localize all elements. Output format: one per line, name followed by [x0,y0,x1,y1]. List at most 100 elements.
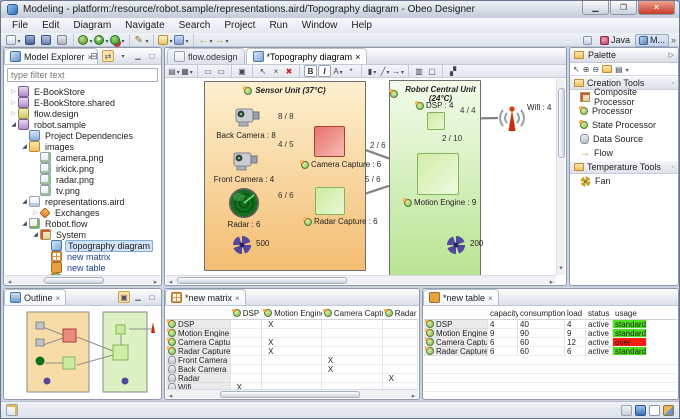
tree-item[interactable]: irkick.png [5,163,160,174]
table-column-header[interactable]: usage [613,309,647,318]
tree-item[interactable]: E-BookStore [5,86,160,97]
dsp-label[interactable]: DSP : 4 [416,101,453,110]
filters-button[interactable]: ▦ [181,65,193,77]
palette-collapse-icon[interactable] [669,51,674,59]
matrix-row[interactable]: Motion Engine [166,329,418,338]
statusbar-tool-icon-2[interactable] [635,405,646,416]
layers-button[interactable]: ▤ [168,65,180,77]
menu-file[interactable]: File [5,19,35,32]
tree-item[interactable]: representations.aird [5,196,160,207]
matrix-column-header[interactable]: DSP [231,309,262,318]
matrix-row[interactable]: DSPX [166,320,418,329]
outline-tab[interactable]: Outline [4,289,66,305]
link-with-editor-button[interactable] [102,50,114,62]
table-column-header[interactable]: status [586,309,613,318]
editor-vscrollbar[interactable] [556,79,565,275]
save-button[interactable] [22,33,37,46]
back-camera-icon[interactable] [233,105,261,134]
select-tool-button[interactable]: ↖ [257,65,269,77]
tab-flow-odesign[interactable]: flow.odesign [167,48,245,64]
delete-from-model-button[interactable]: ✖ [283,65,295,77]
expander-icon[interactable] [20,198,29,205]
table-column-header[interactable]: consumption [518,309,565,318]
title-bar[interactable]: Modeling - platform:/resource/robot.samp… [1,1,679,18]
table-row[interactable]: Radar Capture6606activestandard [424,347,677,356]
tool-state-processor[interactable]: State Processor [570,118,678,132]
close-view-icon[interactable] [235,293,240,303]
folder-tool-icon[interactable] [602,65,612,73]
export-image-button[interactable]: ▣ [236,65,248,77]
new-task-button[interactable] [158,33,173,46]
arrow-style-button[interactable]: → [392,65,404,77]
matrix-row[interactable]: Camera CaptureX [166,338,418,347]
matrix-row[interactable]: RadarX [166,374,418,383]
tool-data-source[interactable]: Data Source [570,132,678,146]
open-perspective-button[interactable] [580,34,595,47]
scroll-thumb[interactable] [44,277,104,284]
edge-label[interactable]: 4 / 5 [278,140,294,149]
drawer-temperature-tools[interactable]: Temperature Tools [570,160,678,174]
menu-window[interactable]: Window [295,19,345,32]
forward-button[interactable] [214,33,229,46]
tree-item[interactable]: Project Dependencies [5,130,160,141]
zoom-out-icon[interactable]: ⊖ [592,65,599,74]
edge-label[interactable]: 6 / 6 [278,191,294,200]
maximize-view-button[interactable] [146,291,158,303]
snapshot-button[interactable]: ▥ [413,65,425,77]
close-view-icon[interactable] [488,293,493,303]
radar-capture-label[interactable]: Radar Capture : 6 [304,217,378,226]
zoom-in-icon[interactable]: ⊕ [583,65,590,74]
model-explorer-tab[interactable]: Model Explorer [4,48,98,64]
edge-label[interactable]: 4 / 4 [460,106,476,115]
fill-color-button[interactable]: ▮ [366,65,378,77]
statusbar-tool-icon-1[interactable] [621,405,632,416]
tree-item-new-table[interactable]: new table [5,262,160,273]
minimize-view-button[interactable] [132,50,144,62]
dsp-node[interactable] [427,112,445,130]
tree-item[interactable]: flow.design [5,108,160,119]
tree-item[interactable]: System [5,229,160,240]
back-camera-label[interactable]: Back Camera : 8 [214,131,278,140]
tool-fan[interactable]: Fan [570,174,678,188]
style-button[interactable]: * [345,65,357,77]
font-color-button[interactable]: A [332,65,344,77]
table-column-header[interactable]: capacity [488,309,518,318]
bookmark-button[interactable] [174,33,189,46]
edge-label[interactable]: 5 / 6 [365,175,381,184]
menu-navigate[interactable]: Navigate [118,19,171,32]
expander-icon[interactable] [20,220,29,227]
tree-item[interactable]: Exchanges [5,207,160,218]
tree-item[interactable]: robot.sample [5,119,160,130]
motion-engine-node[interactable] [417,153,459,195]
matrix-column-header[interactable]: Camera Capture [322,309,383,318]
tree-item[interactable]: tv.png [5,185,160,196]
edge-label[interactable]: 2 / 10 [442,134,462,143]
reveal-element-button[interactable]: ▭ [215,65,227,77]
menu-search[interactable]: Search [172,19,218,32]
note-tool-icon[interactable]: ▤ [615,65,623,74]
expander-icon[interactable] [9,88,18,95]
table-row[interactable]: Camera Capture66012activeover [424,338,677,347]
expander-icon[interactable] [31,209,40,216]
tool-flow[interactable]: Flow [570,146,678,160]
pin-icon[interactable] [672,80,674,87]
select-tool-icon[interactable]: ↖ [573,65,580,74]
editor-hscrollbar[interactable] [166,275,556,284]
perspective-modeling[interactable]: M... [635,34,669,47]
expander-icon[interactable] [9,121,18,128]
statusbar-tool-icon-3[interactable] [649,405,660,416]
run-button[interactable] [94,33,109,46]
matrix-hscrollbar[interactable] [166,389,418,398]
sensor-fan-icon[interactable] [232,235,252,260]
zoom-grid-button[interactable]: ▞ [447,65,459,77]
menu-diagram[interactable]: Diagram [66,19,118,32]
save-all-button[interactable] [38,33,53,46]
explorer-hscrollbar[interactable] [5,275,160,284]
perspective-java[interactable]: Java [597,34,633,47]
matrix-row[interactable]: Front CameraX [166,356,418,365]
tree-item-topography-diagram[interactable]: Topography diagram [5,240,160,251]
expander-icon[interactable] [31,231,40,238]
minimize-button[interactable]: ▁ [582,1,609,15]
outline-thumbnail[interactable] [5,307,160,398]
line-style-button[interactable]: ╱ [379,65,391,77]
